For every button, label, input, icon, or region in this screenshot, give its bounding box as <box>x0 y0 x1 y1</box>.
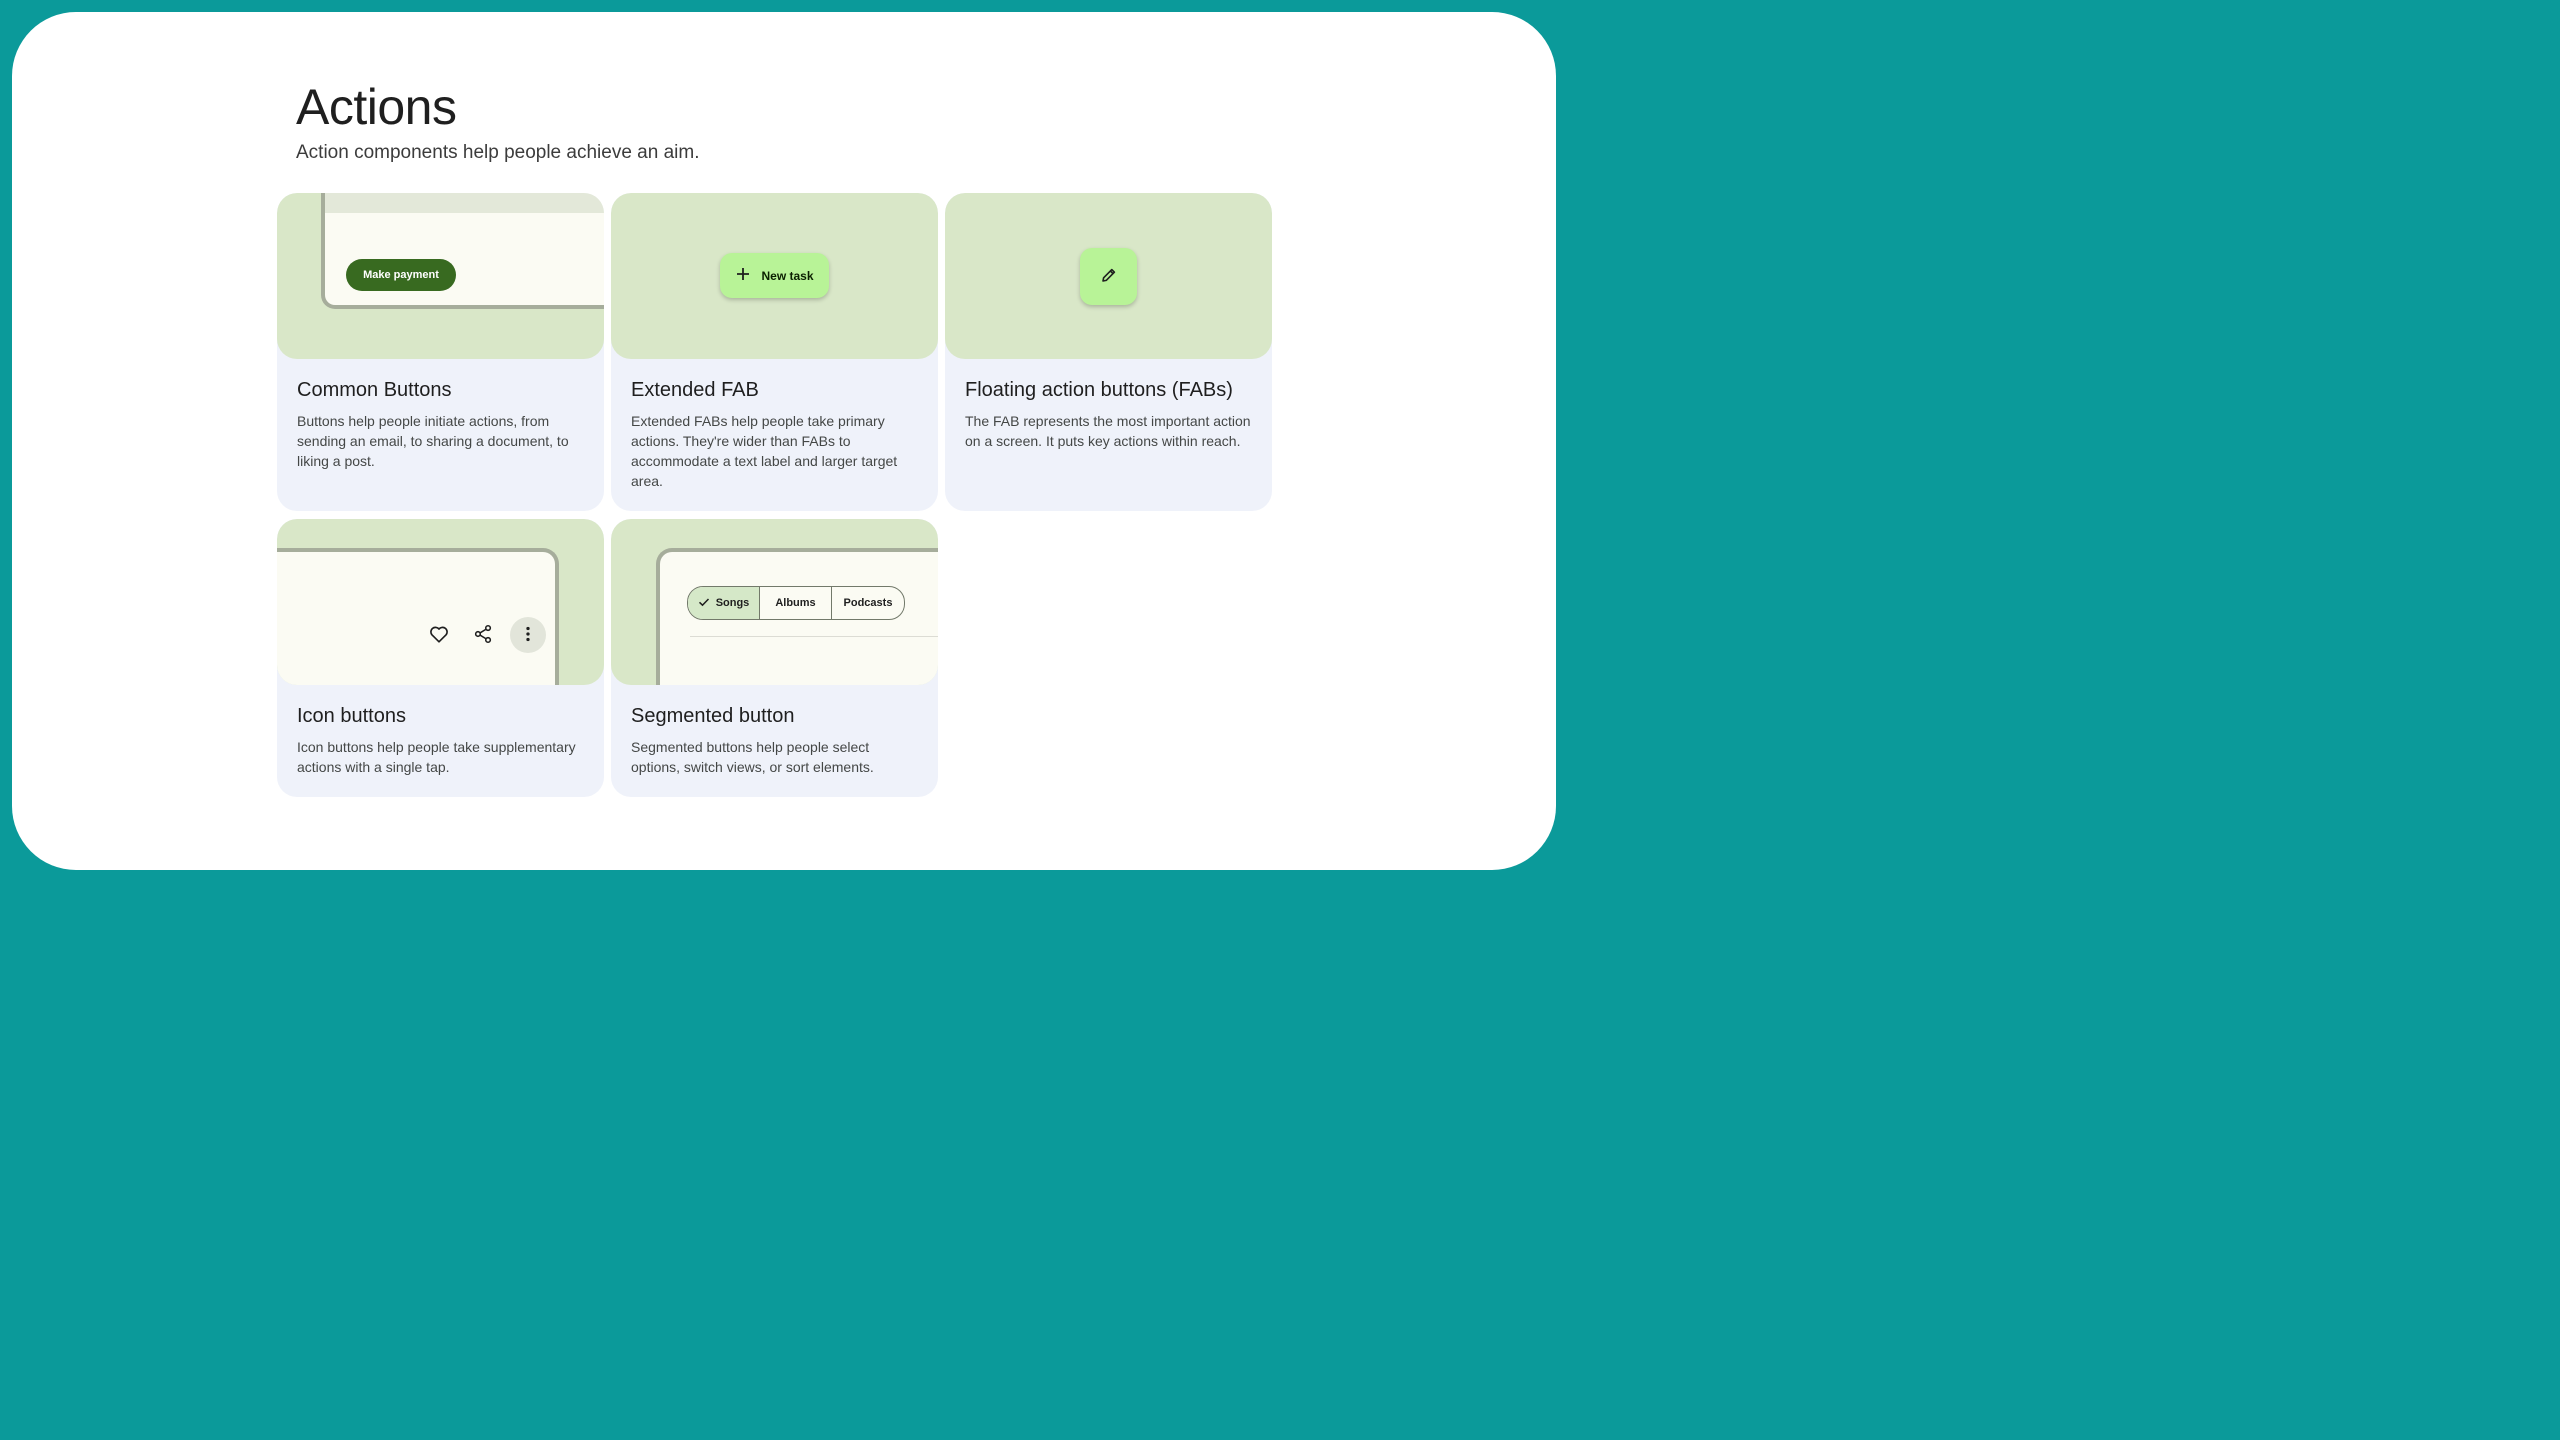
card-description: The FAB represents the most important ac… <box>965 413 1251 449</box>
phone-mockup: Make payment <box>321 193 604 309</box>
page-frame: Actions Action components help people ac… <box>12 12 1556 870</box>
page-title: Actions <box>296 79 457 135</box>
segment-songs[interactable]: Songs <box>688 587 760 619</box>
card-extended-fab[interactable]: New task Extended FAB Extended FABs help… <box>611 193 938 511</box>
pencil-icon <box>1100 266 1118 287</box>
divider <box>690 636 938 637</box>
card-fab[interactable]: Floating action buttons (FABs) The FAB r… <box>945 193 1272 511</box>
phone-mockup <box>277 548 559 685</box>
card-preview: New task <box>611 193 938 359</box>
card-preview <box>277 519 604 685</box>
segment-label: Songs <box>715 597 750 609</box>
segmented-button: Songs Albums Podcasts <box>687 586 905 620</box>
more-options-icon-button[interactable] <box>510 617 546 653</box>
segment-albums[interactable]: Albums <box>760 587 832 619</box>
card-description: Extended FABs help people take primary a… <box>631 413 898 489</box>
make-payment-button[interactable]: Make payment <box>346 259 456 291</box>
check-icon <box>698 596 710 611</box>
app-bar <box>325 193 604 213</box>
card-segmented-button[interactable]: Songs Albums Podcasts Segmented button S… <box>611 519 938 797</box>
fab-label: New task <box>761 268 814 283</box>
heart-icon <box>428 623 450 648</box>
page-subtitle: Action components help people achieve an… <box>296 142 700 163</box>
segment-label: Podcasts <box>843 597 893 609</box>
more-vert-icon <box>517 623 539 648</box>
segment-label: Albums <box>775 597 816 609</box>
edit-fab[interactable] <box>1080 248 1137 305</box>
card-title: Floating action buttons (FABs) <box>965 379 1233 401</box>
card-description: Segmented buttons help people select opt… <box>631 739 874 775</box>
plus-icon <box>735 266 751 286</box>
segment-podcasts[interactable]: Podcasts <box>832 587 904 619</box>
share-icon-button[interactable] <box>465 617 501 653</box>
share-icon <box>472 623 494 648</box>
card-preview <box>945 193 1272 359</box>
card-title: Extended FAB <box>631 379 759 401</box>
card-icon-buttons[interactable]: Icon buttons Icon buttons help people ta… <box>277 519 604 797</box>
card-description: Buttons help people initiate actions, fr… <box>297 413 569 469</box>
card-description: Icon buttons help people take supplement… <box>297 739 576 775</box>
card-preview: Make payment <box>277 193 604 359</box>
new-task-extended-fab[interactable]: New task <box>720 253 829 298</box>
favorite-icon-button[interactable] <box>421 617 457 653</box>
card-preview: Songs Albums Podcasts <box>611 519 938 685</box>
card-common-buttons[interactable]: Make payment Common Buttons Buttons help… <box>277 193 604 511</box>
card-title: Segmented button <box>631 705 795 727</box>
card-title: Icon buttons <box>297 705 406 727</box>
card-title: Common Buttons <box>297 379 452 401</box>
phone-mockup: Songs Albums Podcasts <box>656 548 938 685</box>
